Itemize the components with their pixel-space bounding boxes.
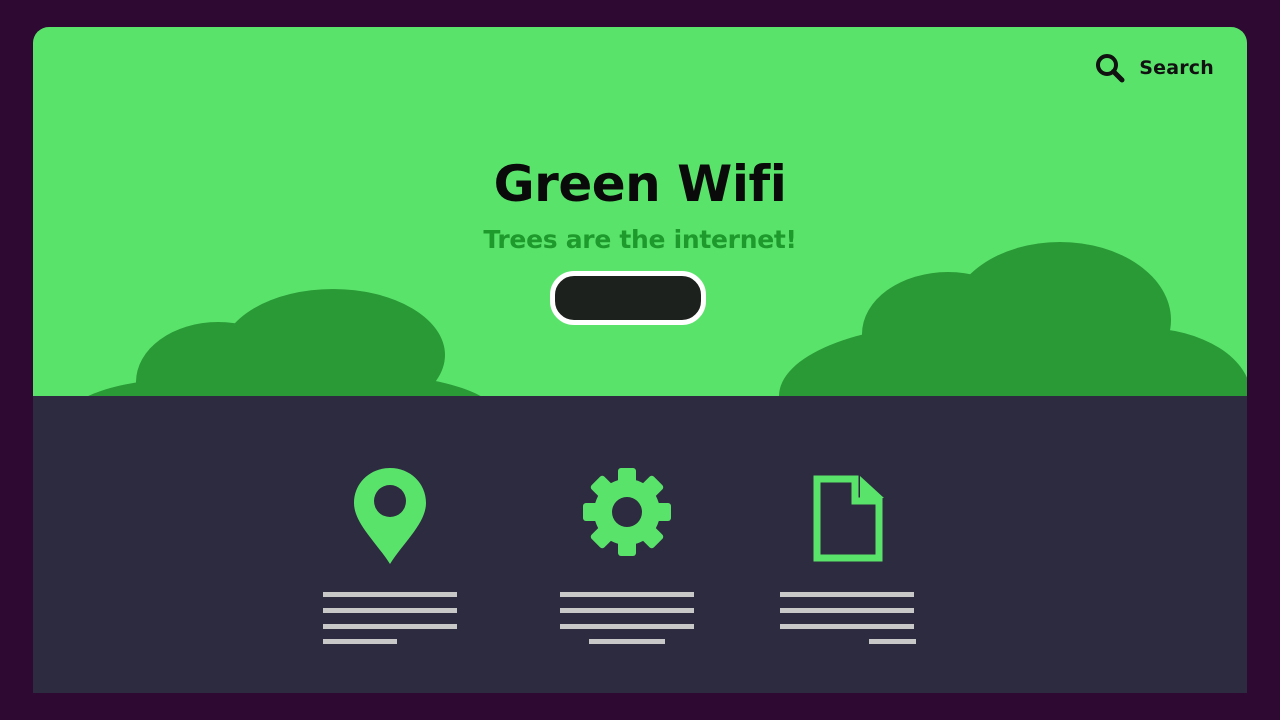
search-icon — [1096, 54, 1125, 83]
app-frame: Search Green Wifi Trees are the internet… — [33, 27, 1247, 693]
page-title: Green Wifi — [493, 155, 787, 213]
hero-section: Search Green Wifi Trees are the internet… — [33, 27, 1247, 396]
feature-location — [320, 396, 460, 693]
document-icon — [813, 475, 884, 562]
gear-icon — [583, 468, 671, 556]
feature-settings — [557, 396, 697, 693]
features-section — [33, 396, 1247, 693]
page-subtitle: Trees are the internet! — [483, 225, 797, 254]
search-label: Search — [1139, 57, 1214, 79]
feature-document — [778, 396, 918, 693]
location-pin-icon — [354, 468, 426, 564]
cta-button[interactable] — [550, 271, 706, 325]
search-button[interactable]: Search — [1095, 53, 1214, 83]
